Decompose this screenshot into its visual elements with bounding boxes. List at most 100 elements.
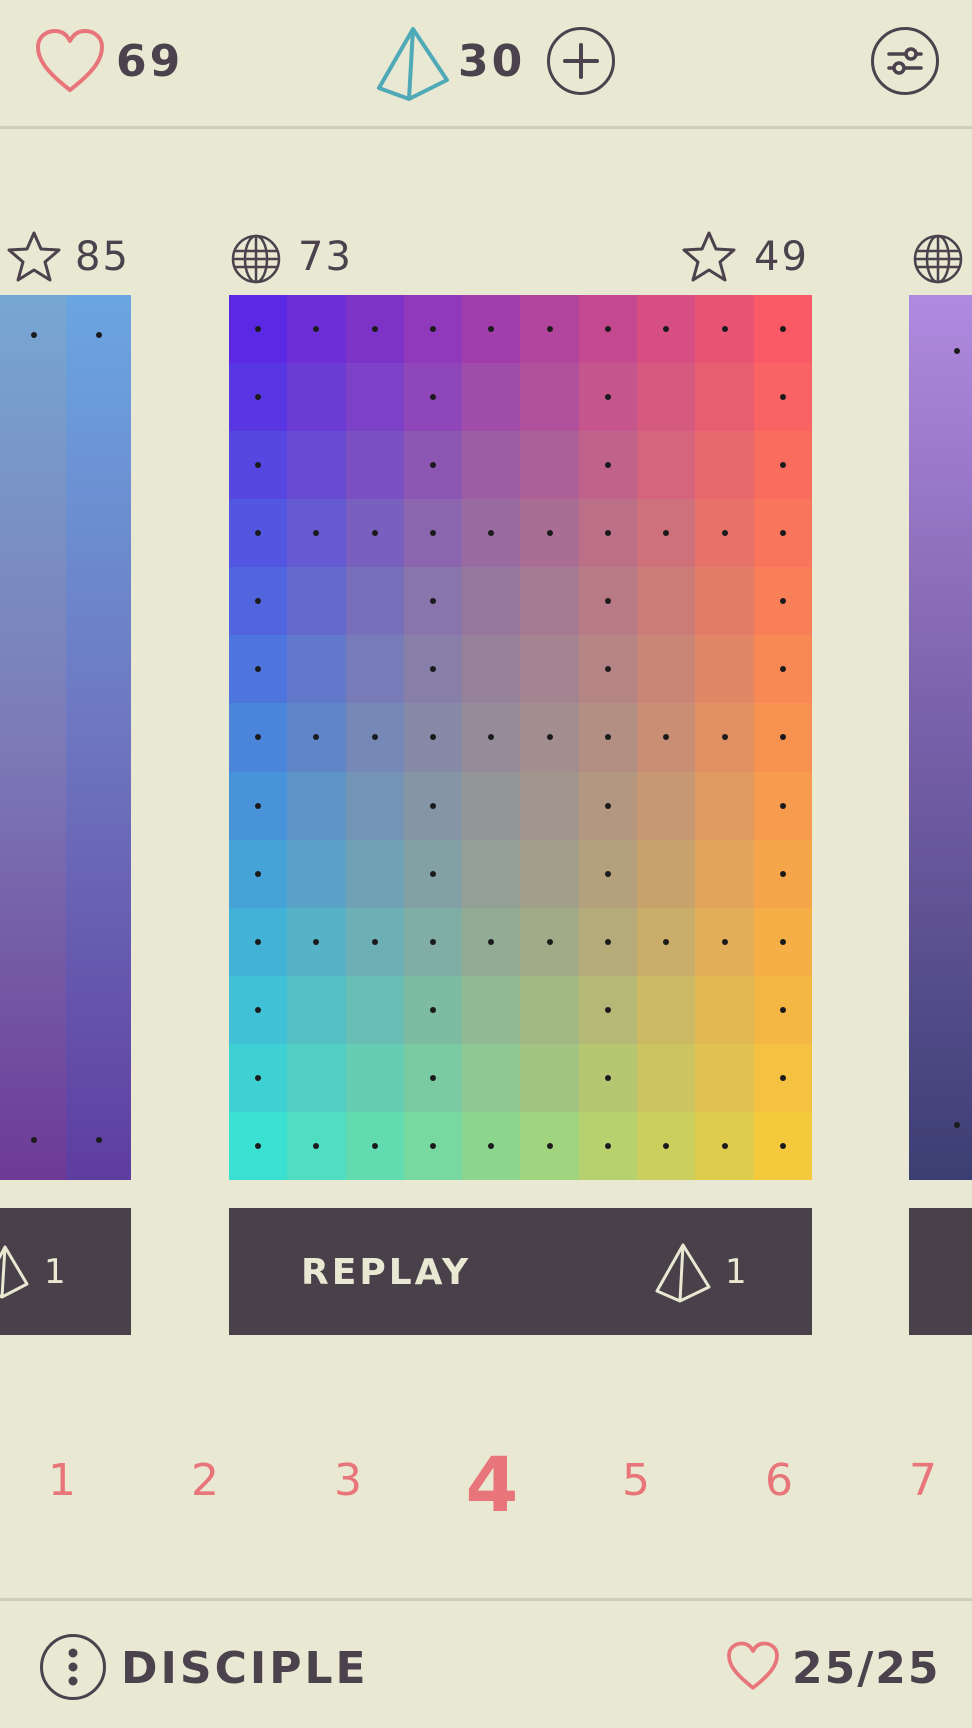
grid-tile[interactable]: [287, 975, 346, 1044]
grid-tile[interactable]: [462, 839, 521, 908]
grid-tile[interactable]: [462, 907, 521, 976]
grid-tile[interactable]: [695, 1043, 754, 1112]
grid-tile[interactable]: [753, 567, 812, 636]
grid-tile[interactable]: [520, 1111, 579, 1180]
grid-tile[interactable]: [287, 839, 346, 908]
grid-tile[interactable]: [637, 839, 696, 908]
page-5[interactable]: 5: [606, 1455, 666, 1506]
grid-tile[interactable]: [695, 431, 754, 500]
grid-tile[interactable]: [229, 1111, 288, 1180]
grid-tile[interactable]: [287, 907, 346, 976]
grid-tile[interactable]: [695, 499, 754, 568]
grid-tile[interactable]: [520, 975, 579, 1044]
grid-tile[interactable]: [403, 839, 463, 908]
grid-tile[interactable]: [520, 703, 579, 772]
grid-tile[interactable]: [345, 363, 404, 432]
add-gems-button[interactable]: [547, 27, 615, 95]
grid-tile[interactable]: [695, 839, 754, 908]
grid-tile[interactable]: [345, 1043, 404, 1112]
grid-tile[interactable]: [287, 1111, 346, 1180]
grid-tile[interactable]: [403, 1111, 463, 1180]
grid-tile[interactable]: [403, 499, 463, 568]
grid-tile[interactable]: [753, 975, 812, 1044]
page-3[interactable]: 3: [318, 1455, 378, 1506]
grid-tile[interactable]: [403, 567, 463, 636]
grid-tile[interactable]: [695, 635, 754, 704]
grid-tile[interactable]: [462, 771, 521, 840]
grid-tile[interactable]: [753, 635, 812, 704]
grid-tile[interactable]: [345, 567, 404, 636]
grid-tile[interactable]: [287, 431, 346, 500]
grid-tile[interactable]: [520, 567, 579, 636]
settings-button[interactable]: [871, 27, 939, 95]
grid-tile[interactable]: [229, 771, 288, 840]
grid-tile[interactable]: [287, 499, 346, 568]
grid-tile[interactable]: [753, 771, 812, 840]
page-2[interactable]: 2: [175, 1455, 235, 1506]
grid-tile[interactable]: [637, 1111, 696, 1180]
next-card-play-button[interactable]: [909, 1208, 972, 1335]
grid-tile[interactable]: [695, 975, 754, 1044]
grid-tile[interactable]: [403, 363, 463, 432]
grid-tile[interactable]: [229, 295, 288, 364]
grid-tile[interactable]: [753, 431, 812, 500]
grid-tile[interactable]: [229, 499, 288, 568]
grid-tile[interactable]: [287, 703, 346, 772]
grid-tile[interactable]: [695, 703, 754, 772]
grid-tile[interactable]: [578, 1111, 638, 1180]
grid-tile[interactable]: [287, 1043, 346, 1112]
grid-tile[interactable]: [520, 907, 579, 976]
grid-tile[interactable]: [229, 703, 288, 772]
grid-tile[interactable]: [578, 499, 638, 568]
grid-tile[interactable]: [578, 975, 638, 1044]
page-1[interactable]: 1: [32, 1455, 92, 1506]
grid-tile[interactable]: [637, 363, 696, 432]
grid-tile[interactable]: [578, 431, 638, 500]
grid-tile[interactable]: [578, 1043, 638, 1112]
grid-tile[interactable]: [637, 1043, 696, 1112]
grid-tile[interactable]: [637, 567, 696, 636]
grid-tile[interactable]: [345, 839, 404, 908]
grid-tile[interactable]: [578, 295, 638, 364]
grid-tile[interactable]: [462, 975, 521, 1044]
grid-tile[interactable]: [403, 1043, 463, 1112]
grid-tile[interactable]: [753, 295, 812, 364]
grid-tile[interactable]: [345, 295, 404, 364]
grid-tile[interactable]: [520, 295, 579, 364]
grid-tile[interactable]: [520, 635, 579, 704]
grid-tile[interactable]: [637, 295, 696, 364]
grid-tile[interactable]: [229, 1043, 288, 1112]
grid-tile[interactable]: [229, 567, 288, 636]
previous-card-play-button[interactable]: 1: [0, 1208, 131, 1335]
page-6[interactable]: 6: [749, 1455, 809, 1506]
grid-tile[interactable]: [695, 363, 754, 432]
grid-tile[interactable]: [403, 703, 463, 772]
grid-tile[interactable]: [229, 363, 288, 432]
grid-tile[interactable]: [287, 635, 346, 704]
grid-tile[interactable]: [637, 771, 696, 840]
grid-tile[interactable]: [229, 975, 288, 1044]
grid-tile[interactable]: [345, 907, 404, 976]
grid-tile[interactable]: [229, 431, 288, 500]
grid-tile[interactable]: [229, 907, 288, 976]
grid-tile[interactable]: [345, 975, 404, 1044]
grid-tile[interactable]: [578, 635, 638, 704]
grid-tile[interactable]: [462, 1043, 521, 1112]
grid-tile[interactable]: [753, 703, 812, 772]
grid-tile[interactable]: [520, 1043, 579, 1112]
grid-tile[interactable]: [403, 635, 463, 704]
grid-tile[interactable]: [753, 839, 812, 908]
grid-tile[interactable]: [637, 499, 696, 568]
grid-tile[interactable]: [578, 703, 638, 772]
grid-tile[interactable]: [637, 635, 696, 704]
menu-button[interactable]: [40, 1634, 106, 1700]
grid-tile[interactable]: [345, 431, 404, 500]
grid-tile[interactable]: [462, 431, 521, 500]
color-gradient-puzzle-grid[interactable]: [229, 295, 812, 1180]
grid-tile[interactable]: [578, 567, 638, 636]
grid-tile[interactable]: [520, 363, 579, 432]
grid-tile[interactable]: [578, 839, 638, 908]
grid-tile[interactable]: [462, 1111, 521, 1180]
grid-tile[interactable]: [462, 567, 521, 636]
grid-tile[interactable]: [753, 499, 812, 568]
